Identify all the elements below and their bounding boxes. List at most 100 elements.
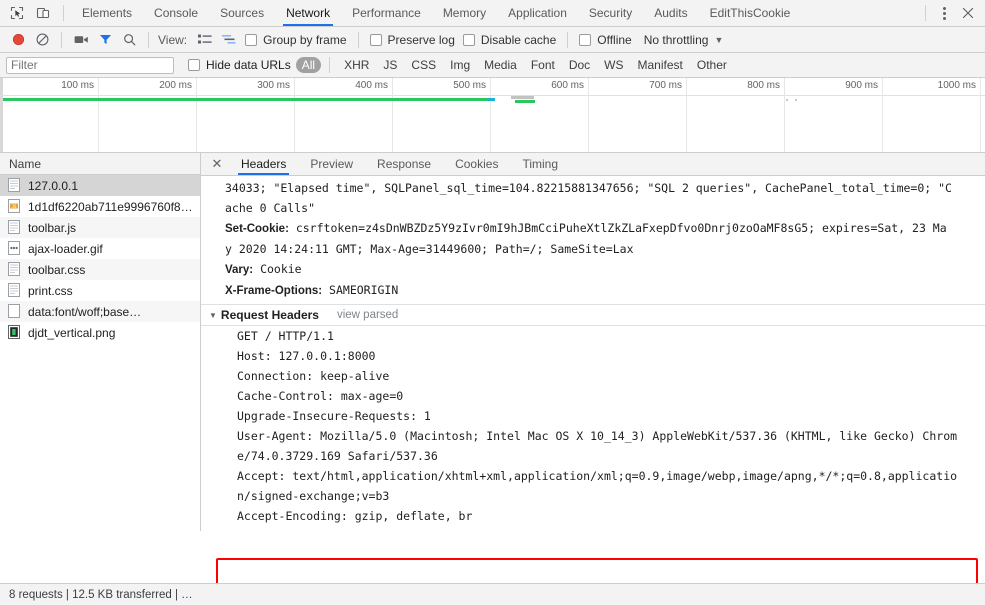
overview-left-edge xyxy=(0,78,3,152)
table-row[interactable]: data:font/woff;base… xyxy=(0,301,200,322)
table-row[interactable]: toolbar.css xyxy=(0,259,200,280)
record-button[interactable] xyxy=(6,29,30,51)
overview-band xyxy=(515,100,535,103)
tab-sources[interactable]: Sources xyxy=(209,0,275,26)
capture-screenshots-icon[interactable] xyxy=(69,29,93,51)
header-value: e/74.0.3729.169 Safari/537.36 xyxy=(237,449,438,463)
network-status-bar: 8 requests | 12.5 KB transferred | … xyxy=(0,583,985,605)
tab-audits[interactable]: Audits xyxy=(643,0,698,26)
tab-preview[interactable]: Preview xyxy=(298,153,365,175)
tab-headers[interactable]: Headers xyxy=(229,153,298,175)
detail-tabbar: ✕ Headers Preview Response Cookies Timin… xyxy=(201,153,985,176)
tab-label: Network xyxy=(286,6,331,20)
table-row[interactable]: toolbar.js xyxy=(0,217,200,238)
view-label: View: xyxy=(158,32,188,47)
filter-divider xyxy=(329,57,331,73)
offline-checkbox[interactable]: Offline xyxy=(579,32,632,47)
group-by-frame-checkbox[interactable]: Group by frame xyxy=(245,33,347,47)
script-icon: JS xyxy=(8,199,21,214)
type-filter-media[interactable]: Media xyxy=(478,57,523,73)
tab-editthiscookie[interactable]: EditThisCookie xyxy=(699,0,802,26)
overview-tick: 900 ms xyxy=(845,80,878,91)
list-view-icon[interactable] xyxy=(193,29,217,51)
clear-button[interactable] xyxy=(30,29,54,51)
chevron-down-icon[interactable]: ▼ xyxy=(209,311,217,320)
request-header-line: Cache-Control: max-age=0 xyxy=(201,386,985,406)
device-toolbar-icon[interactable] xyxy=(30,1,56,25)
tab-memory[interactable]: Memory xyxy=(432,0,497,26)
type-filter-js[interactable]: JS xyxy=(377,57,403,73)
tab-label: Sources xyxy=(220,6,265,20)
request-headers-section[interactable]: ▼ Request Headers view parsed xyxy=(201,304,985,326)
chevron-down-icon: ▼ xyxy=(714,34,724,45)
request-list-header: Name xyxy=(0,153,200,175)
tab-application[interactable]: Application xyxy=(497,0,578,26)
table-row[interactable]: JS 1d1df6220ab711e9996760f8… xyxy=(0,196,200,217)
tab-security[interactable]: Security xyxy=(578,0,643,26)
tab-performance[interactable]: Performance xyxy=(341,0,432,26)
tab-network[interactable]: Network xyxy=(275,0,341,26)
tab-response[interactable]: Response xyxy=(365,153,443,175)
table-row[interactable]: print.css xyxy=(0,280,200,301)
header-key: X-Frame-Options: xyxy=(225,285,323,297)
tab-timing[interactable]: Timing xyxy=(510,153,570,175)
close-detail-icon[interactable]: ✕ xyxy=(205,153,229,175)
disable-cache-checkbox[interactable]: Disable cache xyxy=(462,33,556,47)
overview-band xyxy=(487,98,495,101)
request-header-line: Host: 127.0.0.1:8000 xyxy=(201,346,985,366)
throttling-select[interactable]: No throttling ▼ xyxy=(644,33,724,47)
type-filter-all[interactable]: All xyxy=(295,57,322,73)
request-name: 1d1df6220ab711e9996760f8… xyxy=(28,199,193,214)
type-filter-doc[interactable]: Doc xyxy=(563,57,596,73)
header-value: Host: 127.0.0.1:8000 xyxy=(237,349,376,363)
overview-header-rule xyxy=(0,95,985,96)
type-filter-css[interactable]: CSS xyxy=(405,57,442,73)
type-filter-manifest[interactable]: Manifest xyxy=(632,57,689,73)
request-header-line: Upgrade-Insecure-Requests: 1 xyxy=(201,406,985,426)
table-row[interactable]: ajax-loader.gif xyxy=(0,238,200,259)
close-icon[interactable] xyxy=(955,2,981,24)
headers-body[interactable]: 34033; "Elapsed time", SQLPanel_sql_time… xyxy=(201,176,985,531)
devtools-window: Elements Console Sources Network Perform… xyxy=(0,0,985,605)
search-icon[interactable] xyxy=(117,29,141,51)
type-filter-font[interactable]: Font xyxy=(525,57,561,73)
network-overview-timeline[interactable]: 100 ms 200 ms 300 ms 400 ms 500 ms 600 m… xyxy=(0,78,985,153)
request-detail-pane: ✕ Headers Preview Response Cookies Timin… xyxy=(201,153,985,531)
checkbox-box xyxy=(462,33,475,46)
header-value: GET / HTTP/1.1 xyxy=(237,329,334,343)
overview-band xyxy=(3,98,487,101)
checkbox-box xyxy=(369,33,382,46)
document-icon xyxy=(8,178,21,193)
filter-input[interactable] xyxy=(6,56,174,74)
header-value: Accept: text/html,application/xhtml+xml,… xyxy=(237,469,958,483)
request-header-line: Accept: text/html,application/xhtml+xml,… xyxy=(201,466,985,486)
type-filter-xhr[interactable]: XHR xyxy=(338,57,375,73)
net-divider-3 xyxy=(357,31,359,48)
tab-cookies[interactable]: Cookies xyxy=(443,153,510,175)
tab-elements[interactable]: Elements xyxy=(71,0,143,26)
table-row[interactable]: 127.0.0.1 xyxy=(0,175,200,196)
waterfall-view-icon[interactable] xyxy=(217,29,241,51)
table-row[interactable]: djdt_vertical.png xyxy=(0,322,200,343)
type-filter-img[interactable]: Img xyxy=(444,57,476,73)
toolbar-divider xyxy=(63,5,64,21)
filter-toggle-icon[interactable] xyxy=(93,29,117,51)
view-parsed-link[interactable]: view parsed xyxy=(337,309,398,321)
header-value: Accept-Encoding: gzip, deflate, br xyxy=(237,509,473,523)
tab-label: Security xyxy=(588,6,633,20)
tab-label: EditThisCookie xyxy=(709,6,791,20)
filter-bar: Hide data URLs All XHR JS CSS Img Media … xyxy=(0,53,985,78)
overview-band xyxy=(511,96,534,99)
inspect-element-icon[interactable] xyxy=(4,1,30,25)
tab-console[interactable]: Console xyxy=(143,0,209,26)
preserve-log-checkbox[interactable]: Preserve log xyxy=(369,33,455,47)
type-filter-ws[interactable]: WS xyxy=(598,57,629,73)
header-value: Accept-Language: zh-CN,zh;q=0.9 xyxy=(237,529,452,531)
section-title: Request Headers xyxy=(220,308,319,322)
offline-label: Offline xyxy=(597,32,632,47)
type-filter-other[interactable]: Other xyxy=(691,57,733,73)
more-options-icon[interactable] xyxy=(933,2,955,24)
header-value: Cookie xyxy=(253,262,302,276)
hide-data-urls-checkbox[interactable]: Hide data URLs xyxy=(188,58,291,72)
header-key: Set-Cookie: xyxy=(225,223,289,235)
